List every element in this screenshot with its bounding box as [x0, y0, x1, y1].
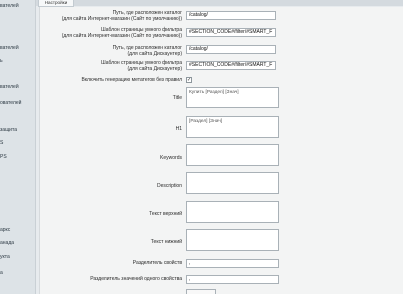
- admin-sidebar: вателей вателей ь вателей ь ователей защ…: [0, 0, 36, 294]
- sidebar-item[interactable]: укта: [0, 254, 36, 260]
- title-label: Title: [172, 95, 182, 101]
- sidebar-item[interactable]: аркс: [0, 227, 36, 233]
- field-label: Шаблон страницы умного фильтра (для сайт…: [42, 60, 182, 72]
- sidebar-item[interactable]: анада: [0, 240, 36, 246]
- no-rules-checkbox[interactable]: ✓: [186, 77, 192, 83]
- property-separator-label: Разделитель свойств: [132, 260, 182, 266]
- title-textarea[interactable]: Купить [Раздел] [Знач]: [186, 87, 279, 108]
- catalog-path-discounter-input[interactable]: /catalog/: [186, 45, 276, 54]
- field-label-text: Шаблон страницы умного фильтра (для сайт…: [61, 27, 182, 39]
- sidebar-item[interactable]: ь: [0, 58, 36, 64]
- sidebar-item[interactable]: вателей: [0, 84, 36, 90]
- description-label: Description: [156, 183, 182, 189]
- field-label: Шаблон страницы умного фильтра (для сайт…: [42, 27, 182, 39]
- sidebar-item[interactable]: ователей: [0, 100, 36, 106]
- sidebar-item[interactable]: вателей: [0, 3, 36, 9]
- keywords-label: Keywords: [160, 155, 182, 161]
- sidebar-item[interactable]: вателей: [0, 45, 36, 51]
- smart-filter-template-input[interactable]: #SECTION_CODE#/filter/#SMART_F: [186, 28, 276, 37]
- tab-strip: [36, 0, 403, 6]
- value-separator-input[interactable]: ,: [186, 275, 279, 284]
- top-text-textarea[interactable]: [186, 201, 279, 223]
- select-box[interactable]: [186, 289, 216, 294]
- sidebar-item[interactable]: защита: [0, 127, 36, 133]
- smart-filter-template-discounter-input[interactable]: #SECTION_CODE#/filter/#SMART_F: [186, 61, 276, 70]
- tab-settings[interactable]: Настройки: [38, 0, 74, 7]
- sidebar-item[interactable]: S: [0, 140, 36, 146]
- h1-textarea[interactable]: [Раздел] [Знач]: [186, 116, 279, 138]
- catalog-path-input[interactable]: /catalog/: [186, 11, 276, 20]
- bottom-text-label: Текст нижний: [150, 239, 182, 245]
- property-separator-input[interactable]: ,: [186, 259, 279, 268]
- top-text-label: Текст верхний: [149, 211, 182, 217]
- keywords-textarea[interactable]: [186, 144, 279, 166]
- field-label: Путь, где расположен каталог (для сайта …: [42, 45, 182, 57]
- description-textarea[interactable]: [186, 172, 279, 194]
- field-label-text: Путь, где расположен каталог (для сайта …: [112, 45, 182, 57]
- field-label-text: Шаблон страницы умного фильтра (для сайт…: [101, 60, 182, 72]
- no-rules-label: Включить генерацию метатегов без правил: [81, 77, 182, 83]
- field-label-text: Путь, где расположен каталог (для сайта …: [61, 10, 182, 22]
- sidebar-item[interactable]: а: [0, 270, 36, 276]
- value-separator-label: Разделитель значений одного свойства: [90, 276, 182, 282]
- h1-label: H1: [175, 126, 182, 132]
- bottom-text-textarea[interactable]: [186, 229, 279, 251]
- field-label: Путь, где расположен каталог (для сайта …: [42, 10, 182, 22]
- sidebar-item[interactable]: PS: [0, 154, 36, 160]
